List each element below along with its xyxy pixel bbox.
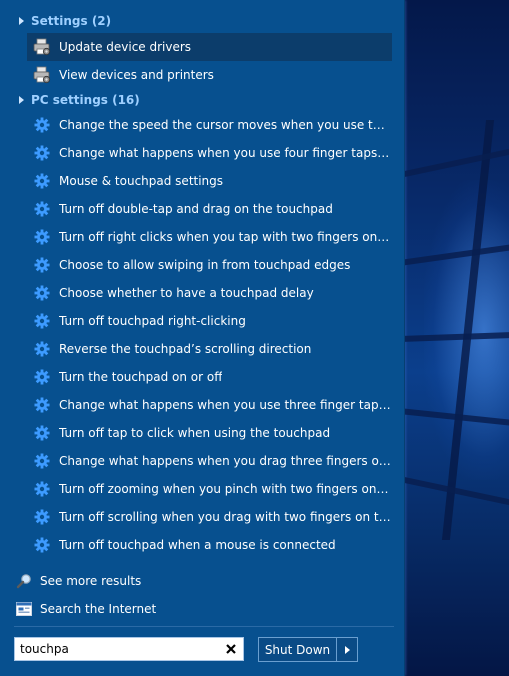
start-menu-search-panel: Settings (2) Update device drivers View [0, 0, 404, 676]
expand-caret-icon[interactable] [19, 17, 24, 25]
result-label: Turn off tap to click when using the tou… [59, 426, 331, 440]
desktop-wallpaper [404, 0, 509, 676]
result-pc-setting[interactable]: Turn off touchpad when a mouse is connec… [27, 531, 392, 559]
printer-device-icon [31, 64, 53, 86]
result-label: Change what happens when you drag three … [59, 454, 392, 468]
result-label: Turn off double-tap and drag on the touc… [59, 202, 333, 216]
gear-icon [31, 534, 53, 556]
expand-caret-icon[interactable] [19, 96, 24, 104]
result-update-device-drivers[interactable]: Update device drivers [27, 33, 392, 61]
result-pc-setting[interactable]: Change what happens when you use four fi… [27, 139, 392, 167]
result-label: View devices and printers [59, 68, 214, 82]
search-the-internet-link[interactable]: Search the Internet [14, 598, 156, 620]
magnifier-icon [14, 571, 34, 591]
gear-icon [31, 254, 53, 276]
result-label: Mouse & touchpad settings [59, 174, 224, 188]
result-pc-setting[interactable]: Turn off touchpad right-clicking [27, 307, 392, 335]
result-pc-setting[interactable]: Choose to allow swiping in from touchpad… [27, 251, 392, 279]
result-label: Reverse the touchpad’s scrolling directi… [59, 342, 312, 356]
result-pc-setting[interactable]: Change what happens when you use three f… [27, 391, 392, 419]
gear-icon [31, 394, 53, 416]
result-pc-setting[interactable]: Change the speed the cursor moves when y… [27, 111, 392, 139]
result-label: Change the speed the cursor moves when y… [59, 118, 392, 132]
gear-icon [31, 170, 53, 192]
gear-icon [31, 450, 53, 472]
see-more-results-link[interactable]: See more results [14, 570, 141, 592]
gear-icon [31, 282, 53, 304]
group-header-label: PC settings (16) [31, 93, 140, 107]
gear-icon [31, 226, 53, 248]
see-more-results-label: See more results [40, 574, 142, 588]
search-box[interactable] [14, 637, 244, 661]
group-header-label: Settings (2) [31, 14, 112, 28]
wallpaper-window-pane [404, 148, 509, 178]
search-the-internet-label: Search the Internet [40, 602, 157, 616]
wallpaper-window-pane [404, 476, 509, 506]
gear-icon [31, 198, 53, 220]
result-view-devices-and-printers[interactable]: View devices and printers [27, 61, 392, 89]
close-icon[interactable] [221, 639, 241, 659]
result-pc-setting[interactable]: Choose whether to have a touchpad delay [27, 279, 392, 307]
result-label: Turn off touchpad when a mouse is connec… [59, 538, 336, 552]
result-pc-setting[interactable]: Turn off zooming when you pinch with two… [27, 475, 392, 503]
gear-icon [31, 338, 53, 360]
chevron-right-icon[interactable] [337, 638, 357, 661]
shut-down-button-group: Shut Down [258, 637, 358, 662]
group-header-settings[interactable]: Settings (2) [0, 11, 404, 31]
result-pc-setting[interactable]: Turn off right clicks when you tap with … [27, 223, 392, 251]
gear-icon [31, 478, 53, 500]
result-label: Turn off right clicks when you tap with … [59, 230, 392, 244]
result-label: Choose to allow swiping in from touchpad… [59, 258, 351, 272]
result-label: Turn off touchpad right-clicking [59, 314, 246, 328]
result-pc-setting[interactable]: Turn off double-tap and drag on the touc… [27, 195, 392, 223]
result-label: Turn off scrolling when you drag with tw… [59, 510, 392, 524]
footer-divider [14, 626, 394, 627]
result-label: Update device drivers [59, 40, 192, 54]
result-pc-setting[interactable]: Turn the touchpad on or off [27, 363, 392, 391]
result-label: Change what happens when you use four fi… [59, 146, 392, 160]
result-pc-setting[interactable]: Change what happens when you drag three … [27, 447, 392, 475]
browser-window-icon [14, 599, 34, 619]
gear-icon [31, 506, 53, 528]
result-pc-setting[interactable]: Turn off tap to click when using the tou… [27, 419, 392, 447]
group-header-pc-settings[interactable]: PC settings (16) [0, 90, 404, 110]
result-label: Turn the touchpad on or off [59, 370, 223, 384]
result-pc-setting[interactable]: Mouse & touchpad settings [27, 167, 392, 195]
gear-icon [31, 114, 53, 136]
search-input[interactable] [15, 638, 221, 660]
printer-device-icon [31, 36, 53, 58]
gear-icon [31, 422, 53, 444]
result-pc-setting[interactable]: Reverse the touchpad’s scrolling directi… [27, 335, 392, 363]
result-label: Turn off zooming when you pinch with two… [59, 482, 392, 496]
gear-icon [31, 366, 53, 388]
shut-down-button[interactable]: Shut Down [259, 638, 336, 661]
result-label: Choose whether to have a touchpad delay [59, 286, 314, 300]
result-pc-setting[interactable]: Turn off scrolling when you drag with tw… [27, 503, 392, 531]
gear-icon [31, 142, 53, 164]
result-label: Change what happens when you use three f… [59, 398, 392, 412]
gear-icon [31, 310, 53, 332]
